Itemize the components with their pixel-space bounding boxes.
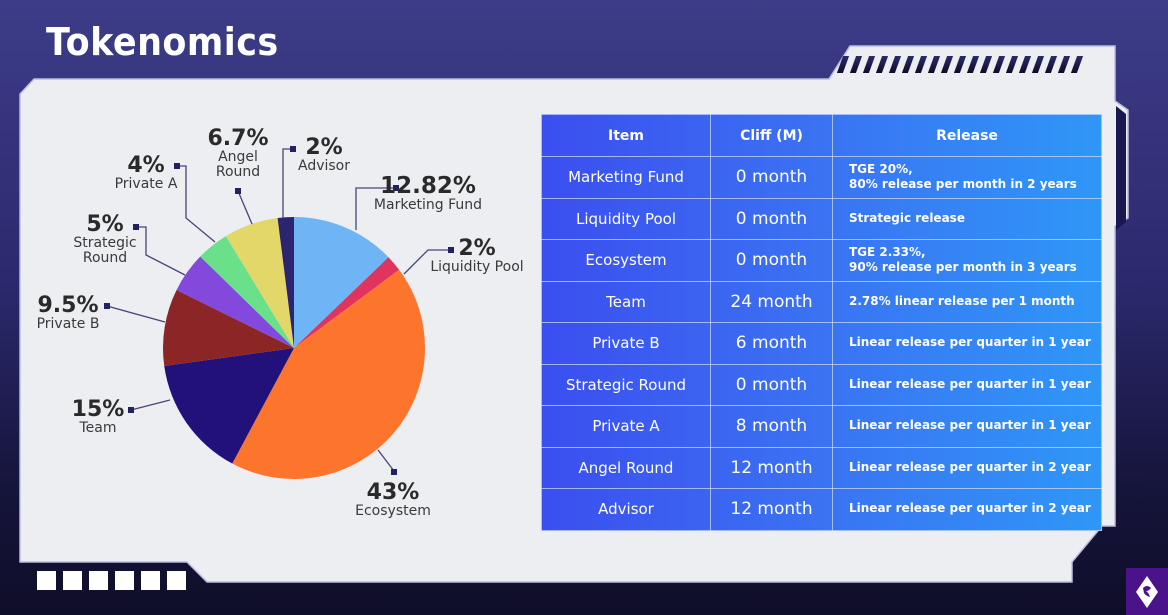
table-row: Marketing Fund 0 month TGE 20%, 80% release… xyxy=(541,156,1102,199)
cell-cliff: 0 month xyxy=(710,197,833,240)
label-pct: 2% xyxy=(305,135,343,160)
label-name: Strategic xyxy=(73,235,137,251)
table-row: Team 24 month 2.78% linear release per 1 m… xyxy=(541,280,1102,323)
header-cliff: Cliff (M) xyxy=(710,114,833,157)
label-name: Ecosystem xyxy=(355,503,431,519)
cell-release: TGE 2.33%, 90% release per month in 3 yea… xyxy=(832,239,1102,282)
leader-dot-privateb xyxy=(104,303,110,309)
label-name: Round xyxy=(215,163,261,180)
label-name: Liquidity Pool xyxy=(430,259,524,275)
label-name: Advisor xyxy=(297,158,350,174)
cell-item: Strategic Round xyxy=(541,363,711,406)
release-line-1: Linear release per quarter in 1 year xyxy=(849,418,1091,433)
label-name: Private B xyxy=(36,316,100,332)
leader-dot-team xyxy=(128,407,134,413)
label-pct: 43% xyxy=(366,480,420,505)
label-name: Round xyxy=(82,249,128,266)
leader-ecosystem xyxy=(377,449,395,472)
leader-dot-angel xyxy=(235,188,241,194)
cell-cliff: 0 month xyxy=(710,363,833,406)
cell-cliff: 12 month xyxy=(710,488,833,531)
table-row: Private A8 month Linear release per quart… xyxy=(541,405,1102,448)
label-team: 15% Team xyxy=(68,399,128,436)
table-row: Strategic Round 0 month Linear release per… xyxy=(541,363,1102,406)
release-line-1: 2.78% linear release per 1 month xyxy=(849,293,1075,308)
cell-item: Team xyxy=(541,280,711,323)
label-ecosystem: 43% Ecosystem xyxy=(350,482,436,519)
table-row: Advisor 12 month Linear release per quarte… xyxy=(541,488,1102,531)
header-item: Item xyxy=(541,114,711,157)
header-release: Release xyxy=(832,114,1102,157)
cell-release: TGE 20%, 80% release per month in 2 years xyxy=(832,156,1102,199)
leader-team xyxy=(130,399,171,411)
table-row: Liquidity Pool 0 month Strategic release xyxy=(541,197,1102,240)
cell-item: Marketing Fund xyxy=(541,156,711,199)
cell-cliff: 24 month xyxy=(710,280,833,323)
leader-advisor xyxy=(282,148,292,218)
label-name: Marketing Fund xyxy=(373,197,483,213)
release-line-1: TGE 2.33%, xyxy=(849,244,926,259)
label-strategic: 5% Strategic Round xyxy=(66,214,144,265)
leader-dot-ecosystem xyxy=(391,469,397,475)
cell-item: Private B xyxy=(541,322,711,365)
cell-cliff: 12 month xyxy=(710,446,833,489)
label-marketing: 12.82% Marketing Fund xyxy=(366,175,490,213)
release-line-2: 80% release per month in 2 years xyxy=(849,177,1077,192)
label-name: Angel xyxy=(218,149,258,165)
release-line-2: 90% release per month in 3 years xyxy=(849,260,1077,275)
leader-privateb xyxy=(106,305,166,323)
cell-release: Strategic release xyxy=(832,197,1102,240)
cell-release: Linear release per quarter in 1 year xyxy=(832,405,1102,448)
leader-strategic xyxy=(137,226,186,276)
cell-release: Linear release per quarter in 1 year xyxy=(832,322,1102,365)
label-pct: 4% xyxy=(127,153,165,178)
label-advisor: 2% Advisor xyxy=(294,137,354,174)
label-pct: 15% xyxy=(71,397,125,422)
label-privateb: 9.5% Private B xyxy=(34,295,102,332)
release-line-1: Linear release per quarter in 2 year xyxy=(849,459,1091,474)
table-header-row: Item Cliff (M) Release xyxy=(541,114,1102,157)
label-pct: 2% xyxy=(458,236,496,261)
cell-release: Linear release per quarter in 2 year xyxy=(832,488,1102,531)
cell-cliff: 0 month xyxy=(710,239,833,282)
label-privatea: 4% Private A xyxy=(108,155,184,192)
release-line-1: Linear release per quarter in 2 year xyxy=(849,501,1091,516)
label-name: Team xyxy=(79,420,117,436)
cell-release: 2.78% linear release per 1 month xyxy=(832,280,1102,323)
label-name: Private A xyxy=(114,176,178,192)
label-liquidity: 2% Liquidity Pool xyxy=(426,238,528,275)
release-line-1: TGE 20%, xyxy=(849,161,913,176)
release-line-1: Linear release per quarter in 1 year xyxy=(849,335,1091,350)
cell-item: Angel Round xyxy=(541,446,711,489)
vesting-table: Item Cliff (M) Release Marketing Fund 0 m… xyxy=(541,114,1102,531)
release-line-1: Linear release per quarter in 1 year xyxy=(849,376,1091,391)
cell-item: Private A xyxy=(541,405,711,448)
cell-item: Ecosystem xyxy=(541,239,711,282)
label-angel: 6.7% Angel Round xyxy=(203,128,273,179)
label-pct: 6.7% xyxy=(207,126,269,151)
cell-cliff: 8 month xyxy=(710,405,833,448)
release-line-1: Strategic release xyxy=(849,210,965,225)
cell-item: Liquidity Pool xyxy=(541,197,711,240)
table-row: Angel Round 12 month Linear release per qu… xyxy=(541,446,1102,489)
cell-cliff: 0 month xyxy=(710,156,833,199)
table-row: Private B6 month Linear release per quart… xyxy=(541,322,1102,365)
label-pct: 5% xyxy=(86,212,124,237)
cell-release: Linear release per quarter in 2 year xyxy=(832,446,1102,489)
table-row: Ecosystem 0 month TGE 2.33%, 90% release pe… xyxy=(541,239,1102,282)
cell-cliff: 6 month xyxy=(710,322,833,365)
label-pct: 12.82% xyxy=(380,173,476,199)
cell-release: Linear release per quarter in 1 year xyxy=(832,363,1102,406)
label-pct: 9.5% xyxy=(37,293,99,318)
cell-item: Advisor xyxy=(541,488,711,531)
leader-angel xyxy=(237,190,253,225)
